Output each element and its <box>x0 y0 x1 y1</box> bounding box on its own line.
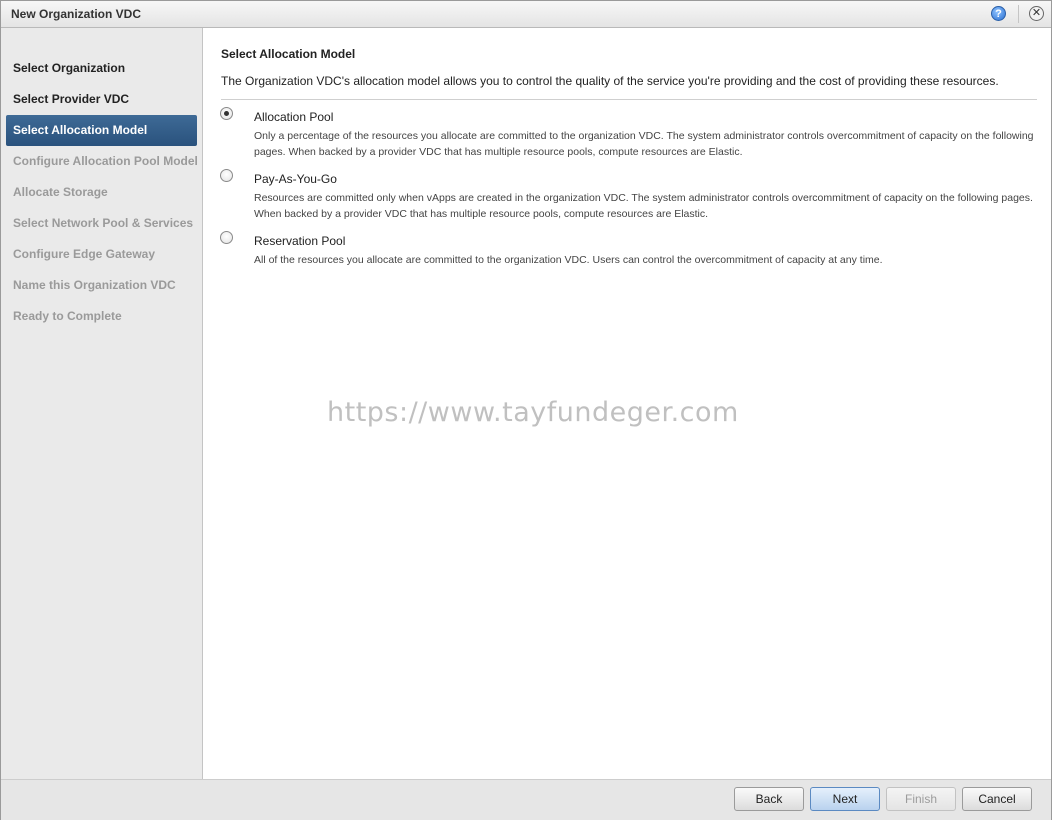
wizard-footer: Back Next Finish Cancel <box>1 779 1051 820</box>
option-label-pay-as-you-go[interactable]: Pay-As-You-Go <box>254 172 337 186</box>
help-icon[interactable]: ? <box>991 6 1006 21</box>
back-button[interactable]: Back <box>734 787 804 811</box>
radio-selected-dot <box>224 111 229 116</box>
option-description-reservation-pool: All of the resources you allocate are co… <box>254 254 883 266</box>
step-select-network-pool-services: Select Network Pool & Services <box>13 216 194 230</box>
step-select-organization[interactable]: Select Organization <box>6 53 197 84</box>
step-select-provider-vdc[interactable]: Select Provider VDC <box>6 84 197 115</box>
section-description: The Organization VDC's allocation model … <box>221 74 999 88</box>
option-label-reservation-pool[interactable]: Reservation Pool <box>254 234 345 248</box>
step-select-allocation-model[interactable]: Select Allocation Model <box>6 115 197 146</box>
title-bar: New Organization VDC ? ✕ <box>1 1 1051 28</box>
new-org-vdc-dialog: New Organization VDC ? ✕ Select Organiza… <box>0 0 1052 820</box>
radio-reservation-pool[interactable] <box>220 231 233 244</box>
wizard-steps-sidebar: Select Organization Select Provider VDC … <box>1 28 203 779</box>
option-label-allocation-pool[interactable]: Allocation Pool <box>254 110 333 124</box>
watermark-text: https://www.tayfundeger.com <box>327 397 739 428</box>
option-description-allocation-pool: Only a percentage of the resources you a… <box>254 130 1034 158</box>
finish-button: Finish <box>886 787 956 811</box>
cancel-button[interactable]: Cancel <box>962 787 1032 811</box>
step-allocate-storage: Allocate Storage <box>13 185 108 199</box>
radio-allocation-pool[interactable] <box>220 107 233 120</box>
radio-pay-as-you-go[interactable] <box>220 169 233 182</box>
step-configure-allocation-pool-model: Configure Allocation Pool Model <box>13 154 198 168</box>
dialog-title: New Organization VDC <box>11 7 142 21</box>
section-title: Select Allocation Model <box>221 47 356 61</box>
close-icon[interactable]: ✕ <box>1029 6 1044 21</box>
step-name-organization-vdc: Name this Organization VDC <box>13 278 176 292</box>
section-divider <box>221 99 1037 100</box>
option-description-pay-as-you-go: Resources are committed only when vApps … <box>254 192 1033 220</box>
step-ready-to-complete: Ready to Complete <box>13 309 122 323</box>
next-button[interactable]: Next <box>810 787 880 811</box>
title-bar-divider <box>1018 5 1019 23</box>
step-configure-edge-gateway: Configure Edge Gateway <box>13 247 156 261</box>
main-content: Select Allocation Model The Organization… <box>203 28 1051 779</box>
